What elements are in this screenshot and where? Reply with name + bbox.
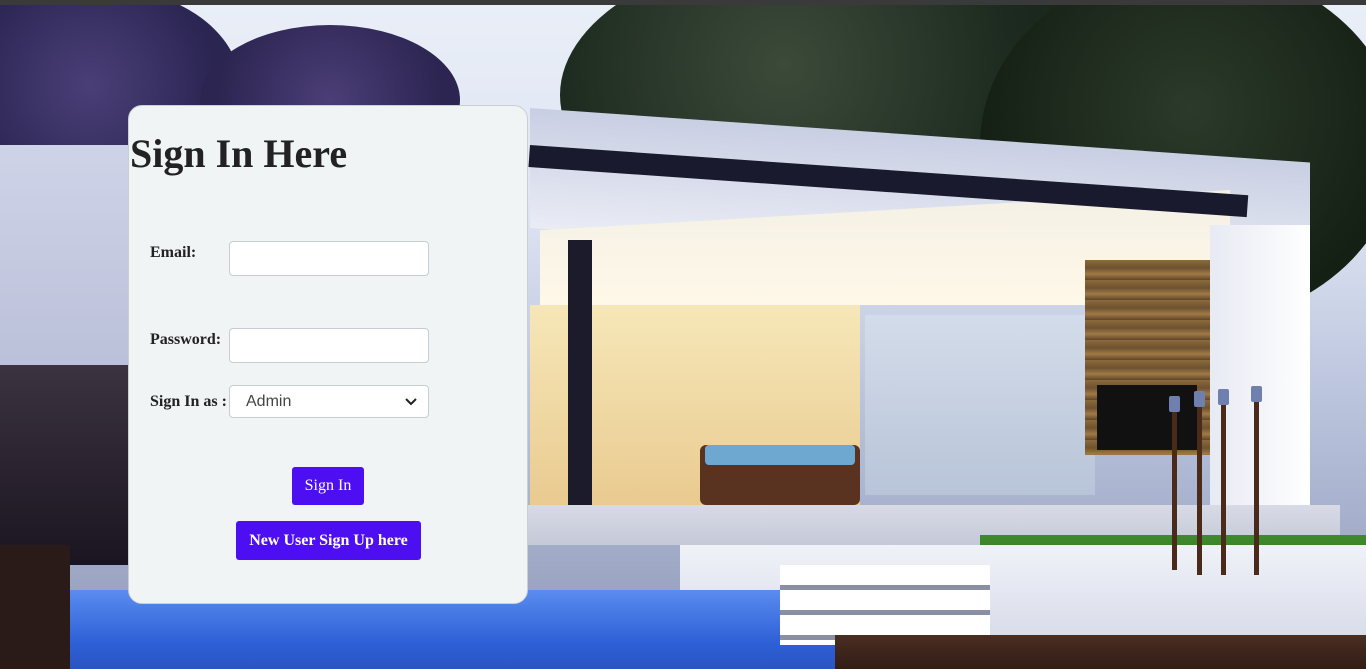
- signin-button[interactable]: Sign In: [292, 467, 364, 505]
- password-field[interactable]: [229, 328, 429, 363]
- chevron-down-icon: [404, 395, 418, 409]
- role-label: Sign In as :: [150, 393, 227, 410]
- email-label: Email:: [150, 244, 197, 261]
- role-select-value: Admin: [246, 392, 292, 410]
- password-label: Password:: [150, 331, 222, 348]
- signup-button[interactable]: New User Sign Up here: [236, 521, 421, 560]
- page-title: Sign In Here: [130, 131, 348, 176]
- top-browser-strip: [0, 0, 1366, 5]
- email-field[interactable]: [229, 241, 429, 276]
- signin-card: Sign In Here Email: Password: Sign In as…: [128, 105, 528, 604]
- role-select[interactable]: Admin: [229, 385, 429, 418]
